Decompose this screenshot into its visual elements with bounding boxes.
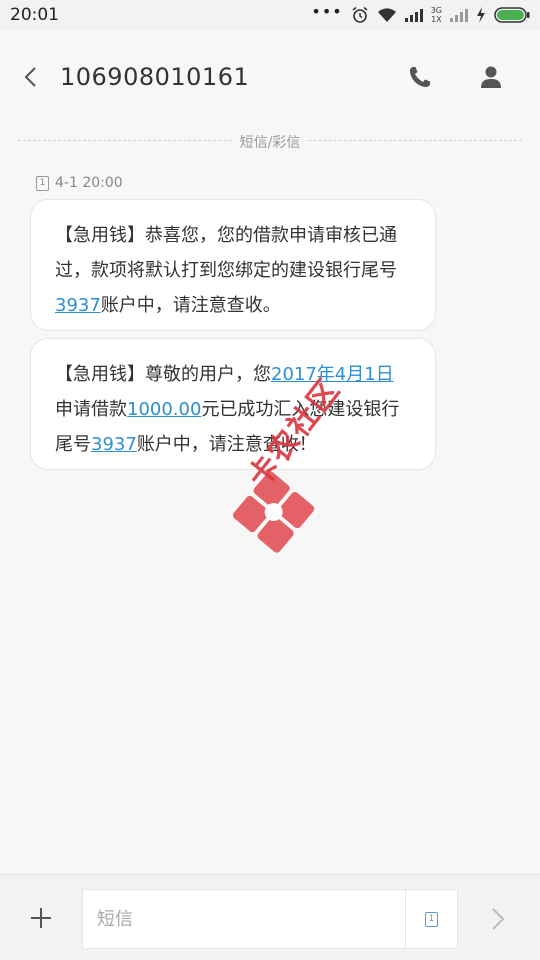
wifi-icon xyxy=(377,8,396,22)
account-number-link[interactable]: 3937 xyxy=(91,434,137,455)
status-icons: ••• 3G 1X xyxy=(311,2,530,24)
message-timestamp: 1 4-1 20:00 xyxy=(36,175,123,191)
message-text: 【急用钱】尊敬的用户，您 xyxy=(55,364,271,385)
sim-card-icon: 1 xyxy=(425,911,438,927)
back-arrow-icon[interactable] xyxy=(20,66,42,88)
message-text: 账户中，请注意查收。 xyxy=(100,295,281,316)
charging-icon xyxy=(477,7,485,23)
message-type-label: 短信/彩信 xyxy=(233,135,307,151)
divider-label-wrap: 短信/彩信 xyxy=(0,132,540,152)
status-time: 20:01 xyxy=(10,5,59,25)
send-arrow-icon[interactable] xyxy=(490,907,506,931)
message-text: 【急用钱】恭喜您，您的借款申请审核已通过，款项将默认打到您绑定的建设银行尾号 xyxy=(55,225,397,281)
account-number-link[interactable]: 3937 xyxy=(55,295,101,316)
composer-bar: 1 xyxy=(0,874,540,960)
timestamp-text: 4-1 20:00 xyxy=(55,175,123,191)
network-type: 3G 1X xyxy=(430,6,442,24)
contact-number: 106908010161 xyxy=(60,63,250,91)
contact-profile-icon[interactable] xyxy=(480,65,502,89)
notification-dots: ••• xyxy=(311,2,343,21)
phone-call-icon[interactable] xyxy=(408,65,432,89)
amount-link[interactable]: 1000.00 xyxy=(127,399,201,420)
message-bubble[interactable]: 【急用钱】恭喜您，您的借款申请审核已通过，款项将默认打到您绑定的建设银行尾号 39… xyxy=(30,199,436,331)
signal-icon-sim1 xyxy=(404,9,423,22)
status-bar: 20:01 ••• 3G 1X xyxy=(0,0,540,30)
alarm-icon xyxy=(352,6,368,23)
add-attachment-icon[interactable] xyxy=(30,907,52,929)
conversation-header: 106908010161 xyxy=(0,30,540,120)
message-text: 申请借款 xyxy=(55,399,127,420)
sim-card-icon: 1 xyxy=(36,175,49,191)
message-input-box: 1 xyxy=(82,889,458,949)
signal-icon-sim2 xyxy=(450,9,468,22)
battery-icon xyxy=(494,7,530,23)
message-input[interactable] xyxy=(83,890,407,948)
sim-select-button[interactable]: 1 xyxy=(405,890,457,948)
